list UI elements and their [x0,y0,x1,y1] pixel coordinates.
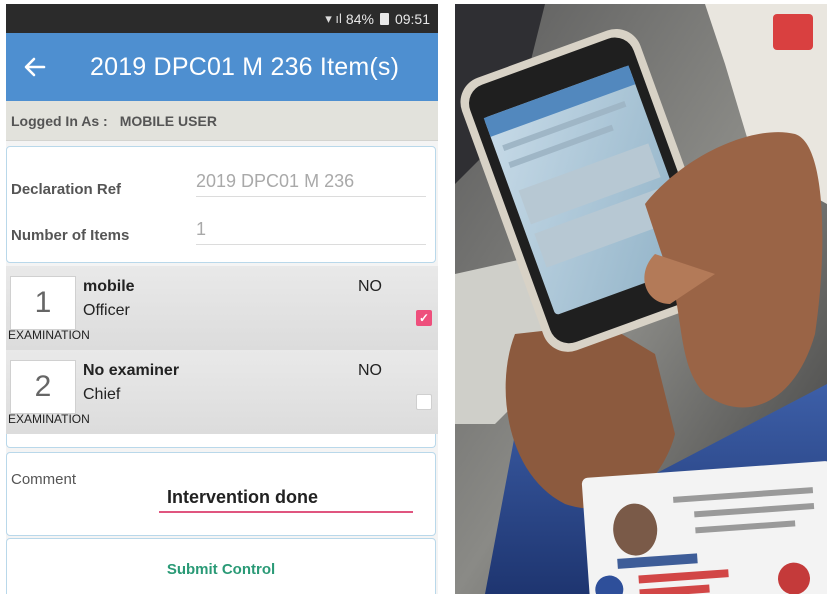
photo-illustration [455,4,827,594]
comment-label: Comment [11,471,77,488]
number-of-items-label: Number of Items [11,227,130,244]
item-name: mobile [83,278,135,295]
list-item[interactable]: 2 No examiner Chief EXAMINATION NO [6,350,438,434]
battery-percent: 84% [345,10,374,27]
signal-icon: ▾ ıl [325,10,342,26]
arrow-left-icon[interactable] [6,33,64,101]
page-title: 2019 DPC01 M 236 Item(s) [90,52,400,81]
item-status: NO [358,362,382,379]
logged-in-label: Logged In As : [11,112,108,129]
declaration-ref-value: 2019 DPC01 M 236 [196,171,426,197]
item-checkbox-checked[interactable]: ✓ [416,310,432,326]
check-icon: ✓ [418,311,430,325]
logged-in-bar: Logged In As : MOBILE USER [6,101,438,141]
declaration-ref-label: Declaration Ref [11,181,122,198]
comment-input[interactable] [159,483,413,513]
logged-in-user: MOBILE USER [119,112,217,129]
app-bar: 2019 DPC01 M 236 Item(s) [6,33,438,101]
number-of-items-value: 1 [196,219,426,245]
phone-screen: ▾ ıl 84% 09:51 2019 DPC01 M 236 Item(s) … [6,4,438,594]
battery-icon [379,12,389,25]
item-role: Chief [83,386,121,403]
item-name: No examiner [83,362,180,379]
items-card-bottom [6,434,436,448]
item-number: 1 [10,276,76,330]
item-type: EXAMINATION [8,328,90,342]
status-bar: ▾ ıl 84% 09:51 [6,4,438,33]
item-checkbox[interactable] [416,394,432,410]
item-number: 2 [10,360,76,414]
declaration-card: Declaration Ref 2019 DPC01 M 236 Number … [6,146,436,263]
item-status: NO [358,278,382,295]
photo-phone-in-hand [455,4,827,594]
submit-control-button[interactable]: Submit Control [7,539,435,594]
comment-card: Comment [6,452,436,536]
clock: 09:51 [394,10,430,27]
item-type: EXAMINATION [8,412,90,426]
item-role: Officer [83,302,130,319]
list-item[interactable]: 1 mobile Officer EXAMINATION NO ✓ [6,266,438,350]
submit-card: Submit Control [6,538,436,594]
